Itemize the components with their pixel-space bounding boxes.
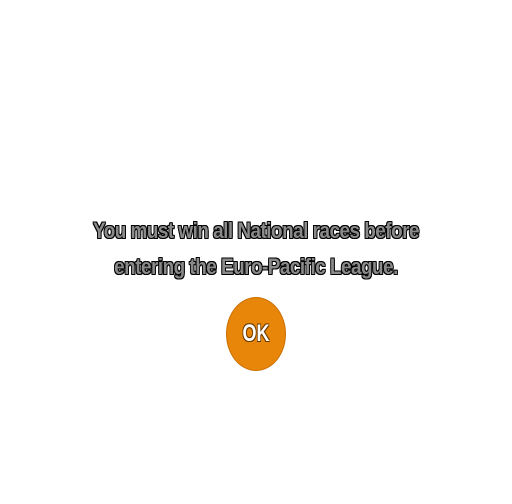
dialog-message: You must win all National races before e… bbox=[36, 213, 476, 285]
message-line-2: entering the Euro-Pacific League. bbox=[114, 254, 398, 279]
message-line-1: You must win all National races before bbox=[93, 218, 419, 243]
game-screen: You must win all National races before e… bbox=[0, 0, 512, 504]
ok-button[interactable]: OK bbox=[226, 297, 286, 371]
ok-button-label: OK bbox=[242, 320, 270, 347]
